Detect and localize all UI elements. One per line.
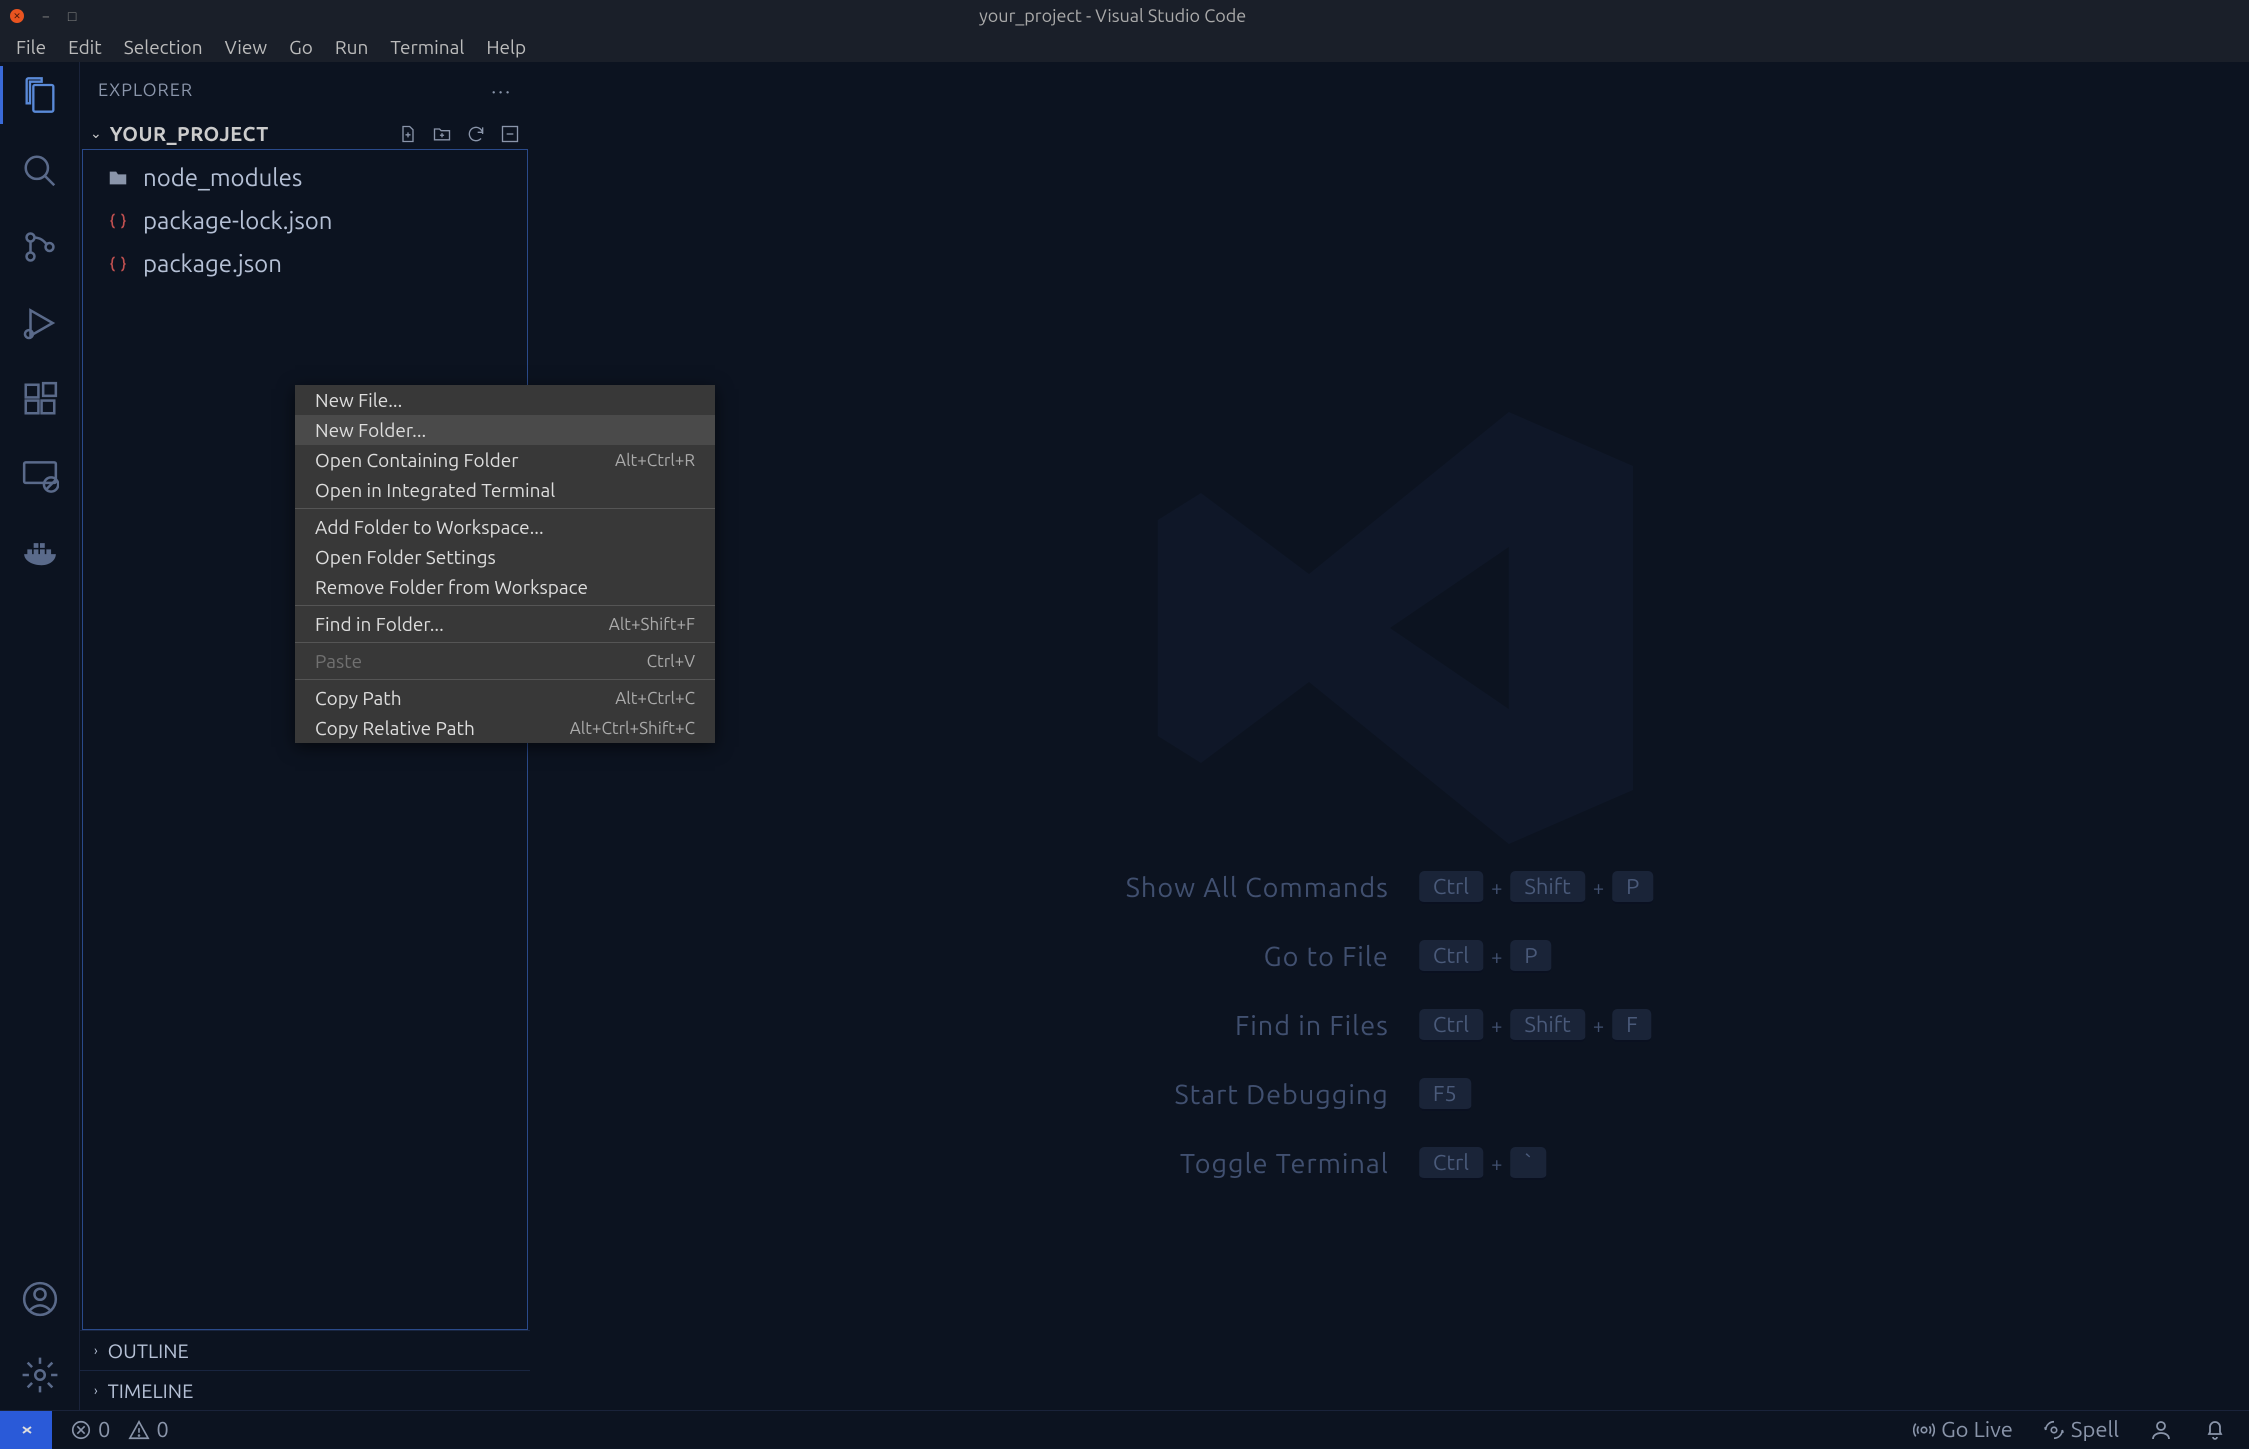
new-folder-icon[interactable] [432, 124, 452, 144]
panel-outline[interactable]: › OUTLINE [80, 1330, 530, 1370]
golive-label: Go Live [1941, 1417, 2013, 1442]
file-name: package-lock.json [143, 207, 332, 234]
ctx-remove-folder[interactable]: Remove Folder from Workspace [295, 572, 715, 602]
sidebar-title: EXPLORER [98, 80, 193, 100]
menu-file[interactable]: File [6, 33, 56, 61]
menu-view[interactable]: View [215, 33, 278, 61]
sidebar-more-icon[interactable]: ··· [491, 79, 512, 102]
search-icon[interactable] [19, 150, 61, 192]
shortcut-label: Find in Files [1126, 1011, 1389, 1041]
ctx-add-folder-workspace[interactable]: Add Folder to Workspace... [295, 512, 715, 542]
ctx-copy-relative-path[interactable]: Copy Relative PathAlt+Ctrl+Shift+C [295, 713, 715, 743]
folder-header[interactable]: ⌄ YOUR_PROJECT [80, 118, 530, 149]
file-name: package.json [143, 250, 282, 277]
panel-timeline[interactable]: › TIMELINE [80, 1370, 530, 1410]
menubar: File Edit Selection View Go Run Terminal… [0, 32, 2249, 62]
ctx-new-file[interactable]: New File... [295, 385, 715, 415]
json-icon [107, 254, 129, 274]
file-row-folder[interactable]: node_modules [83, 156, 527, 199]
ctx-copy-path[interactable]: Copy PathAlt+Ctrl+C [295, 683, 715, 713]
new-file-icon[interactable] [398, 124, 418, 144]
refresh-icon[interactable] [466, 124, 486, 144]
window-close-icon[interactable]: ✕ [10, 9, 24, 23]
extensions-icon[interactable] [19, 378, 61, 420]
vscode-logo-watermark [1120, 358, 1660, 898]
shortcut-label: Start Debugging [1126, 1080, 1389, 1110]
ctx-open-terminal[interactable]: Open in Integrated Terminal [295, 475, 715, 505]
chevron-right-icon: › [94, 1344, 98, 1358]
ctx-open-containing[interactable]: Open Containing FolderAlt+Ctrl+R [295, 445, 715, 475]
status-bell-icon[interactable] [2203, 1418, 2227, 1442]
menu-selection[interactable]: Selection [114, 33, 213, 61]
panel-label: TIMELINE [108, 1379, 194, 1402]
ctx-new-folder[interactable]: New Folder... [295, 415, 715, 445]
shortcut-keys: Ctrl+Shift+P [1419, 871, 1653, 904]
json-icon [107, 211, 129, 231]
warning-count: 0 [156, 1417, 168, 1442]
shortcut-keys: Ctrl+Shift+F [1419, 1009, 1653, 1042]
window-maximize-icon[interactable]: □ [68, 8, 76, 24]
source-control-icon[interactable] [19, 226, 61, 268]
menu-edit[interactable]: Edit [58, 33, 112, 61]
shortcut-keys: Ctrl+P [1419, 940, 1653, 973]
ctx-paste: PasteCtrl+V [295, 646, 715, 676]
file-row-json[interactable]: package.json [83, 242, 527, 285]
ctx-folder-settings[interactable]: Open Folder Settings [295, 542, 715, 572]
menu-terminal[interactable]: Terminal [380, 33, 474, 61]
shortcut-label: Show All Commands [1126, 873, 1389, 903]
menu-go[interactable]: Go [279, 33, 323, 61]
folder-icon [107, 167, 129, 189]
shortcut-label: Toggle Terminal [1126, 1149, 1389, 1179]
file-name: node_modules [143, 164, 302, 191]
status-warnings[interactable]: 0 [128, 1417, 168, 1442]
context-menu: New File... New Folder... Open Containin… [295, 385, 715, 743]
status-errors[interactable]: 0 [70, 1417, 110, 1442]
remote-button[interactable] [0, 1411, 52, 1449]
status-feedback-icon[interactable] [2149, 1418, 2173, 1442]
chevron-down-icon: ⌄ [90, 125, 102, 142]
statusbar: 0 0 Go Live Spell [0, 1410, 2249, 1448]
menu-help[interactable]: Help [476, 33, 536, 61]
collapse-icon[interactable] [500, 124, 520, 144]
spell-label: Spell [2071, 1417, 2119, 1442]
run-debug-icon[interactable] [19, 302, 61, 344]
shortcut-label: Go to File [1126, 942, 1389, 972]
shortcut-keys: Ctrl+` [1419, 1147, 1653, 1180]
error-count: 0 [98, 1417, 110, 1442]
status-golive[interactable]: Go Live [1913, 1417, 2013, 1442]
window-title: your_project - Visual Studio Code [76, 6, 2149, 26]
docker-icon[interactable] [19, 530, 61, 572]
remote-explorer-icon[interactable] [19, 454, 61, 496]
titlebar: ✕ − □ your_project - Visual Studio Code [0, 0, 2249, 32]
chevron-right-icon: › [94, 1384, 98, 1398]
panel-label: OUTLINE [108, 1339, 189, 1362]
file-row-json[interactable]: package-lock.json [83, 199, 527, 242]
accounts-icon[interactable] [19, 1278, 61, 1320]
ctx-find-in-folder[interactable]: Find in Folder...Alt+Shift+F [295, 609, 715, 639]
window-minimize-icon[interactable]: − [42, 8, 50, 24]
shortcut-keys: F5 [1419, 1078, 1653, 1111]
activity-bar [0, 62, 80, 1410]
explorer-icon[interactable] [19, 74, 61, 116]
editor-area: Show All Commands Ctrl+Shift+P Go to Fil… [530, 62, 2249, 1410]
folder-name: YOUR_PROJECT [110, 122, 390, 145]
status-spell[interactable]: Spell [2043, 1417, 2119, 1442]
settings-gear-icon[interactable] [19, 1354, 61, 1396]
menu-run[interactable]: Run [325, 33, 379, 61]
welcome-shortcuts: Show All Commands Ctrl+Shift+P Go to Fil… [1126, 871, 1654, 1180]
